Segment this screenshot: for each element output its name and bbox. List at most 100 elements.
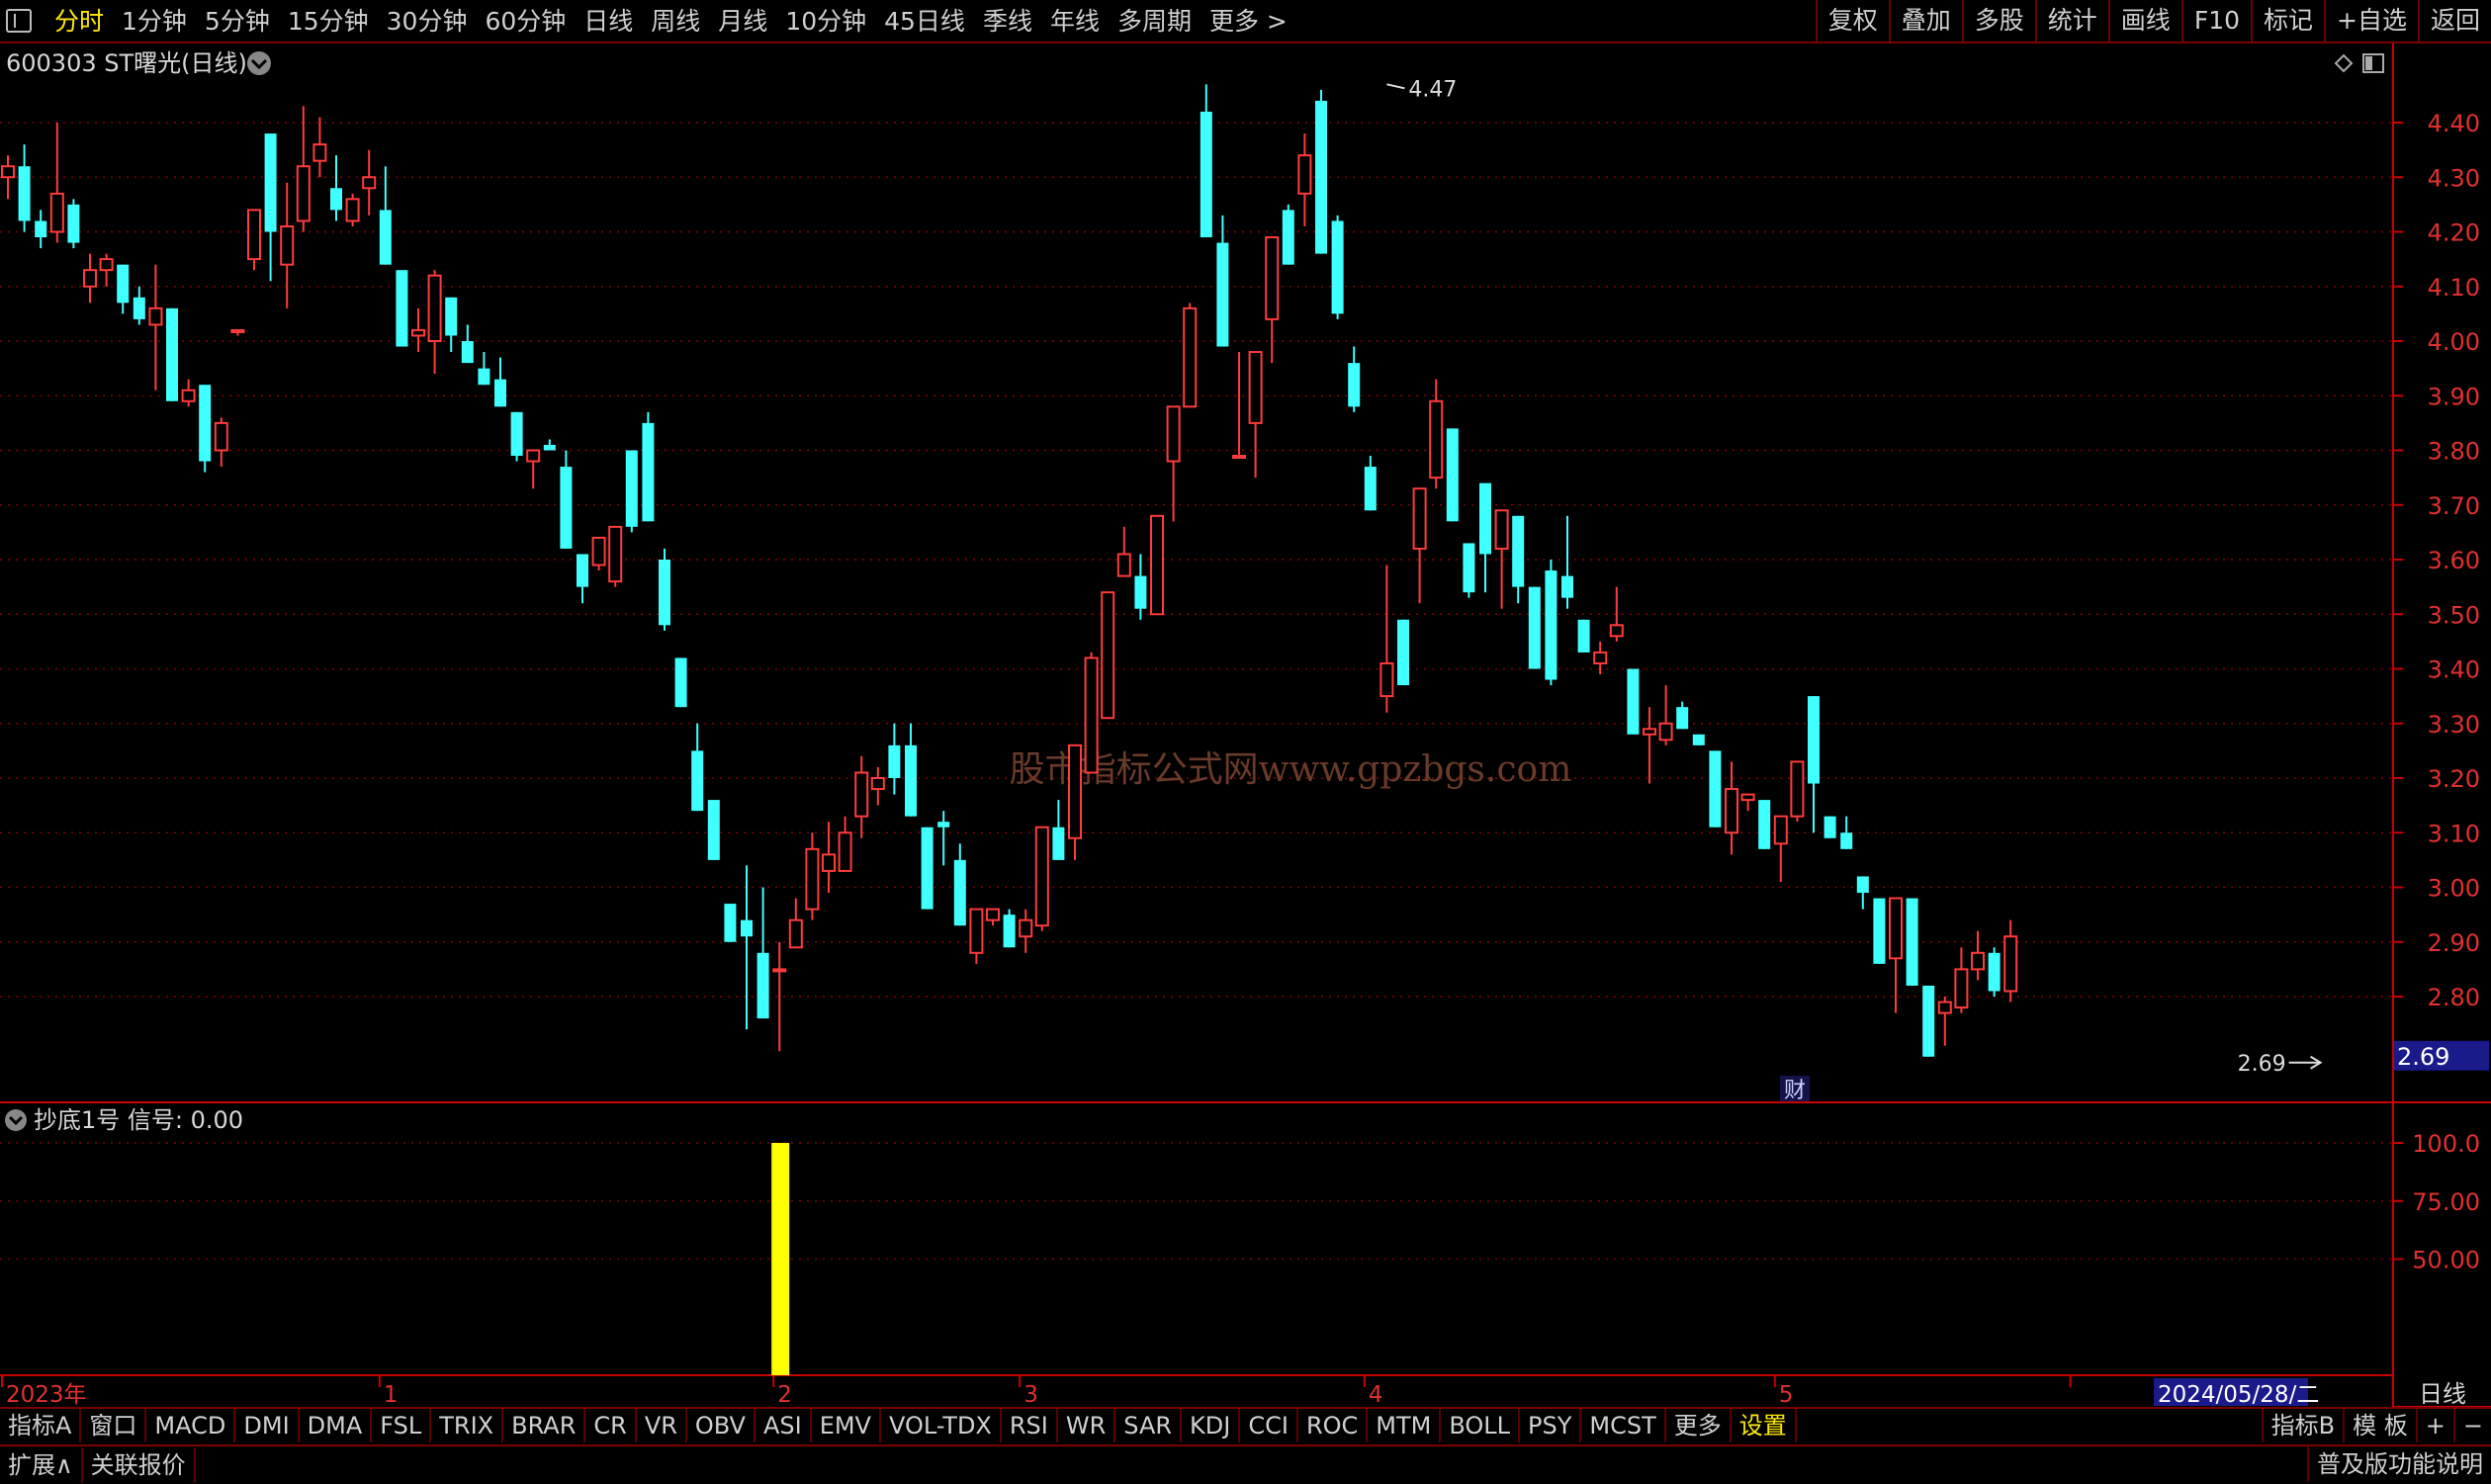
indicator-tab-8[interactable]: CR [585,1409,637,1442]
candle[interactable] [181,379,196,407]
period-tab-5[interactable]: 60分钟 [476,4,575,40]
candle[interactable] [741,865,753,1030]
indicator-dropdown-icon[interactable] [5,1109,27,1131]
tool-button-7[interactable]: +自选 [2324,0,2418,42]
candle[interactable] [905,723,917,817]
tool-button-3[interactable]: 统计 [2034,0,2108,42]
candle[interactable] [1790,760,1805,823]
candle[interactable] [1348,346,1361,412]
indicator-tab-12[interactable]: EMV [812,1409,881,1442]
tool-button-8[interactable]: 返回 [2417,0,2491,42]
candle[interactable] [1200,84,1212,238]
candle[interactable] [214,417,228,468]
candle[interactable] [49,123,64,243]
indicator-tab-23[interactable]: MCST [1581,1409,1666,1442]
candle[interactable] [1840,816,1853,849]
candle[interactable] [1379,565,1394,713]
candle[interactable] [1561,515,1573,609]
indicator-tab-17[interactable]: KDJ [1182,1409,1241,1442]
candle[interactable] [1692,734,1705,745]
candle[interactable] [1512,515,1525,604]
candle[interactable] [117,264,130,314]
candle[interactable] [1873,898,1886,964]
candle[interactable] [1463,543,1475,598]
candle[interactable] [854,755,869,838]
tool-button-4[interactable]: 画线 [2107,0,2181,42]
period-tab-10[interactable]: 45日线 [875,4,974,40]
indicator-tab-21[interactable]: BOLL [1441,1409,1521,1442]
candle[interactable] [1906,898,1918,986]
period-tab-2[interactable]: 5分钟 [196,4,279,40]
candle[interactable] [445,297,458,353]
indicator-tab-10[interactable]: OBV [687,1409,756,1442]
candle[interactable] [1609,586,1624,642]
candle[interactable] [166,307,178,401]
indicator-right-tab-2[interactable]: + [2415,1409,2453,1442]
candle[interactable] [1528,586,1541,669]
candle[interactable] [1412,487,1427,604]
indicator-tab-24[interactable]: 更多 [1666,1409,1732,1442]
candle[interactable] [478,352,490,386]
candle[interactable] [1725,761,1738,855]
tool-button-6[interactable]: 标记 [2251,0,2324,42]
candle[interactable] [986,908,1000,926]
candle[interactable] [691,723,704,812]
candle[interactable] [427,270,442,375]
candle[interactable] [1446,428,1459,522]
candle[interactable] [1364,456,1377,511]
candle[interactable] [510,411,523,462]
indicator-tab-15[interactable]: WR [1058,1409,1116,1442]
period-tab-12[interactable]: 年线 [1041,4,1109,40]
candle[interactable] [625,450,638,533]
candle[interactable] [1003,909,1016,948]
candle[interactable] [1922,985,1935,1057]
candle[interactable] [362,149,377,216]
period-tab-13[interactable]: 多周期 [1109,4,1201,40]
candle[interactable] [1740,793,1755,812]
candle[interactable] [1658,685,1673,745]
status-item-1[interactable]: 关联报价 [83,1447,196,1483]
chart-area[interactable]: 股市指标公式网www.gpzbgs.com 4.404.304.204.104.… [0,44,2491,1407]
tool-button-1[interactable]: 叠加 [1888,0,1962,42]
candle[interactable] [1052,800,1065,860]
finance-marker[interactable]: 财 [1784,1079,1806,1103]
indicator-tab-2[interactable]: MACD [146,1409,236,1442]
candle[interactable] [1134,554,1147,620]
candle[interactable] [1643,707,1656,784]
period-tab-8[interactable]: 月线 [709,4,776,40]
candle[interactable] [67,199,80,249]
candle[interactable] [674,657,687,708]
candle[interactable] [35,210,47,249]
period-tab-1[interactable]: 1分钟 [113,4,196,40]
candle[interactable] [921,827,934,910]
candle[interactable] [99,253,114,287]
period-tab-0[interactable]: 分时 [45,4,113,40]
indicator-tab-3[interactable]: DMI [235,1409,300,1442]
indicator-right-tab-0[interactable]: 指标B [2261,1409,2343,1442]
candle[interactable] [330,155,342,221]
candle[interactable] [1971,930,1985,981]
candle[interactable] [1331,215,1344,319]
candle[interactable] [1988,947,2001,997]
candle[interactable] [1824,816,1836,838]
candle[interactable] [577,554,588,604]
candle[interactable] [788,898,803,949]
candle[interactable] [83,253,97,304]
indicator-tab-11[interactable]: ASI [756,1409,812,1442]
indicator-tab-6[interactable]: TRIX [431,1409,504,1442]
indicator-tab-5[interactable]: FSL [372,1409,432,1442]
candle[interactable] [543,439,556,451]
candle[interactable] [1315,89,1327,254]
candle[interactable] [1808,696,1820,833]
candle[interactable] [659,548,670,631]
indicator-tab-16[interactable]: SAR [1115,1409,1183,1442]
candle[interactable] [1494,509,1509,609]
candle[interactable] [526,449,541,489]
candle[interactable] [1954,947,1969,1013]
candle[interactable] [1577,619,1590,653]
candle[interactable] [312,117,327,178]
candle[interactable] [1034,826,1049,931]
candle[interactable] [756,887,769,1019]
help-link[interactable]: 普及版功能说明 [2307,1446,2491,1482]
candle[interactable] [805,832,820,920]
